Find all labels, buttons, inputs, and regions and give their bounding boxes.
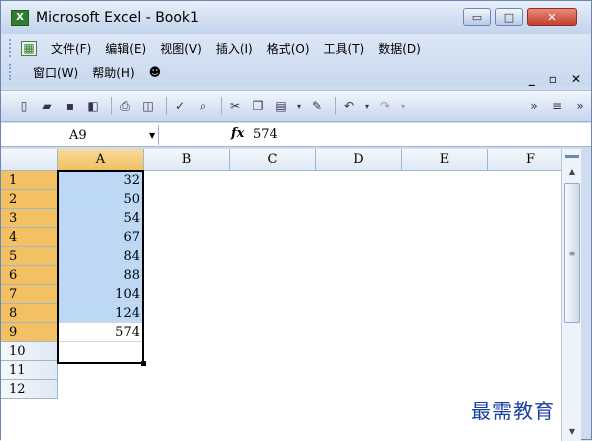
excel-window: X Microsoft Excel - Book1 ▭ □ ✕ ▦ 文件(F) … (0, 0, 592, 441)
cell-a1[interactable]: 32 (58, 171, 144, 190)
row-header-6[interactable]: 6 (1, 266, 58, 285)
scroll-up-icon[interactable]: ▲ (564, 163, 580, 179)
redo-icon: ↷ (379, 99, 391, 113)
cell-a4[interactable]: 67 (58, 228, 144, 247)
close-button[interactable]: ✕ (527, 8, 577, 26)
cell-a7[interactable]: 104 (58, 285, 144, 304)
watermark: 最需教育 (471, 399, 555, 423)
cell-a9[interactable]: 574 (58, 323, 144, 342)
save-icon[interactable]: ▪ (61, 97, 79, 115)
menu-data[interactable]: 数据(D) (378, 40, 421, 57)
paste-icon[interactable]: ▤ (272, 97, 290, 115)
toolbar-options-icon-2[interactable]: » (571, 97, 589, 115)
window-title: Microsoft Excel - Book1 (36, 9, 199, 26)
doc-minimize-icon[interactable]: _ (529, 72, 535, 86)
menu-insert[interactable]: 插入(I) (216, 40, 253, 57)
doc-restore-icon[interactable]: ▫ (549, 72, 557, 86)
menu-help[interactable]: 帮助(H) (92, 64, 134, 81)
workbook-icon[interactable]: ▦ (21, 40, 37, 56)
menu-edit[interactable]: 编辑(E) (105, 40, 146, 57)
excel-app-icon[interactable]: X (11, 9, 29, 26)
minimize-button[interactable]: ▭ (463, 8, 491, 26)
redo-dropdown-icon: ▾ (400, 101, 405, 111)
select-all-corner[interactable] (1, 149, 58, 171)
row-header-9[interactable]: 9 (1, 323, 58, 342)
menu-row-2: 窗口(W) 帮助(H) ☻ (33, 62, 175, 82)
toolbar-separator (166, 97, 167, 115)
split-box[interactable] (565, 155, 579, 158)
cell-a5[interactable]: 84 (58, 247, 144, 266)
cell-a8[interactable]: 124 (58, 304, 144, 323)
paste-dropdown-icon[interactable]: ▾ (295, 97, 303, 115)
toolbar-separator (111, 97, 112, 115)
open-icon[interactable]: ▰ (38, 97, 56, 115)
spelling-icon[interactable]: ✓ (171, 97, 189, 115)
cell-a3[interactable]: 54 (58, 209, 144, 228)
row-header-8[interactable]: 8 (1, 304, 58, 323)
row-header-2[interactable]: 2 (1, 190, 58, 209)
toolbar-separator (335, 97, 336, 115)
toolbar-separator (221, 97, 222, 115)
column-header-a[interactable]: A (58, 149, 144, 171)
format-painter-icon[interactable]: ✎ (308, 97, 326, 115)
menu-view[interactable]: 视图(V) (160, 40, 202, 57)
menu-grip-handle[interactable] (9, 39, 12, 57)
column-header-f[interactable]: F (488, 149, 561, 171)
row-header-11[interactable]: 11 (1, 361, 58, 380)
name-box-dropdown-icon[interactable]: ▼ (149, 131, 155, 140)
cell-a2[interactable]: 50 (58, 190, 144, 209)
assistant-icon[interactable]: ☻ (149, 65, 162, 79)
standard-toolbar: ▯ ▰ ▪ ◧ ⎙ ◫ ✓ ⌕ ✂ ❐ ▤ ▾ ✎ ↶ ▾ ↷ ▾ » ≡ » (1, 90, 591, 122)
fill-handle[interactable] (141, 361, 146, 366)
insert-function-icon[interactable]: fx (231, 126, 244, 141)
name-box[interactable]: A9 (19, 125, 159, 145)
row-header-1[interactable]: 1 (1, 171, 58, 190)
vertical-scrollbar[interactable]: ▲ ≡ ▼ (561, 149, 581, 441)
row-header-3[interactable]: 3 (1, 209, 58, 228)
row-header-7[interactable]: 7 (1, 285, 58, 304)
scroll-thumb[interactable]: ≡ (564, 183, 580, 323)
research-icon[interactable]: ⌕ (194, 97, 212, 115)
formula-input[interactable]: 574 (253, 127, 278, 142)
column-header-e[interactable]: E (402, 149, 488, 171)
menu-file[interactable]: 文件(F) (51, 40, 91, 57)
menu-window[interactable]: 窗口(W) (33, 64, 78, 81)
align-icon[interactable]: ≡ (548, 97, 566, 115)
toolbar-options-icon[interactable]: » (525, 97, 543, 115)
column-header-b[interactable]: B (144, 149, 230, 171)
menu-row-1: ▦ 文件(F) 编辑(E) 视图(V) 插入(I) 格式(O) 工具(T) 数据… (21, 38, 435, 58)
undo-icon[interactable]: ↶ (340, 97, 358, 115)
undo-dropdown-icon[interactable]: ▾ (363, 97, 371, 115)
permission-icon[interactable]: ◧ (84, 97, 102, 115)
formula-bar: A9 ▼ fx 574 (1, 123, 591, 147)
document-window-controls: _ ▫ ✕ (529, 72, 581, 86)
menu-format[interactable]: 格式(O) (267, 40, 310, 57)
column-header-c[interactable]: C (230, 149, 316, 171)
copy-icon[interactable]: ❐ (249, 97, 267, 115)
row-header-12[interactable]: 12 (1, 380, 58, 399)
menu-tools[interactable]: 工具(T) (324, 40, 365, 57)
row-header-10[interactable]: 10 (1, 342, 58, 361)
print-preview-icon[interactable]: ◫ (139, 97, 157, 115)
print-icon[interactable]: ⎙ (116, 97, 134, 115)
cell-a6[interactable]: 88 (58, 266, 144, 285)
row-header-5[interactable]: 5 (1, 247, 58, 266)
doc-close-icon[interactable]: ✕ (571, 72, 581, 86)
menu-bar: ▦ 文件(F) 编辑(E) 视图(V) 插入(I) 格式(O) 工具(T) 数据… (1, 34, 591, 86)
new-icon[interactable]: ▯ (15, 97, 33, 115)
column-header-d[interactable]: D (316, 149, 402, 171)
cut-icon[interactable]: ✂ (226, 97, 244, 115)
maximize-button[interactable]: □ (495, 8, 523, 26)
title-bar: X Microsoft Excel - Book1 ▭ □ ✕ (1, 1, 591, 34)
menu-grip-handle-2[interactable] (9, 64, 12, 80)
scroll-down-icon[interactable]: ▼ (564, 423, 580, 439)
row-header-4[interactable]: 4 (1, 228, 58, 247)
